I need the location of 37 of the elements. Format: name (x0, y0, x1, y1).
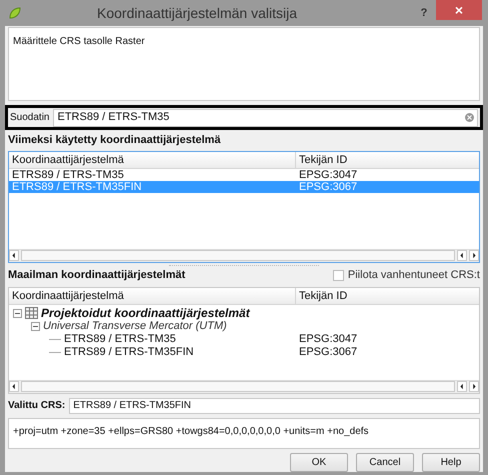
selected-crs-field[interactable]: ETRS89 / ETRS-TM35FIN (69, 398, 480, 414)
column-header[interactable]: Tekijän ID (296, 152, 479, 168)
proj-definition-box: +proj=utm +zone=35 +ellps=GRS80 +towgs84=0,0,0,0,0,0,0 +units=m +no_defs (8, 418, 480, 448)
scroll-right-icon[interactable] (469, 250, 479, 261)
collapse-icon[interactable] (13, 308, 22, 318)
section-heading: Maailman koordinaattijärjestelmät (8, 268, 186, 284)
scroll-right-icon[interactable] (469, 381, 479, 392)
help-button[interactable]: ? (412, 4, 436, 22)
horizontal-scrollbar[interactable] (9, 380, 479, 392)
horizontal-scrollbar[interactable] (9, 248, 479, 262)
dialog-button[interactable]: Cancel (356, 452, 414, 472)
collapse-icon[interactable] (31, 322, 40, 330)
dialog-button[interactable]: OK (290, 452, 348, 472)
column-header[interactable]: Tekijän ID (296, 288, 479, 304)
description-box: Määrittele CRS tasolle Raster (8, 27, 480, 101)
table-row[interactable]: ETRS89 / ETRS-TM35 EPSG:3047 (9, 168, 479, 180)
checkbox-label: Piilota vanhentuneet CRS:t (348, 268, 480, 284)
scroll-left-icon[interactable] (457, 381, 467, 392)
scroll-left-icon[interactable] (9, 381, 19, 392)
column-header[interactable]: Koordinaattijärjestelmä (9, 288, 296, 304)
filter-field[interactable]: ETRS89 / ETRS-TM35 (53, 108, 478, 126)
column-header[interactable]: Koordinaattijärjestelmä (9, 152, 296, 168)
close-button[interactable]: × (436, 0, 482, 20)
tree-category[interactable]: Projektoidut koordinaattijärjestelmät (41, 304, 250, 322)
table-cell-text: EPSG:3067 (298, 344, 358, 360)
grid-icon (25, 307, 38, 319)
leaf-icon (8, 6, 22, 20)
scroll-left-icon[interactable] (457, 250, 467, 261)
section-heading: Viimeksi käytetty koordinaattijärjestelmä (8, 133, 222, 148)
checkbox[interactable] (332, 270, 344, 281)
filter-label: Suodatin (10, 111, 50, 125)
scroll-left-icon[interactable] (9, 250, 19, 261)
dialog-button[interactable]: Help (422, 452, 480, 472)
table-cell-text: EPSG:3047 (298, 332, 358, 347)
selected-crs-label: Valittu CRS: (8, 399, 66, 413)
window-title: Koordinaattijärjestelmän valitsija (96, 4, 298, 23)
clear-icon[interactable] (465, 113, 474, 122)
